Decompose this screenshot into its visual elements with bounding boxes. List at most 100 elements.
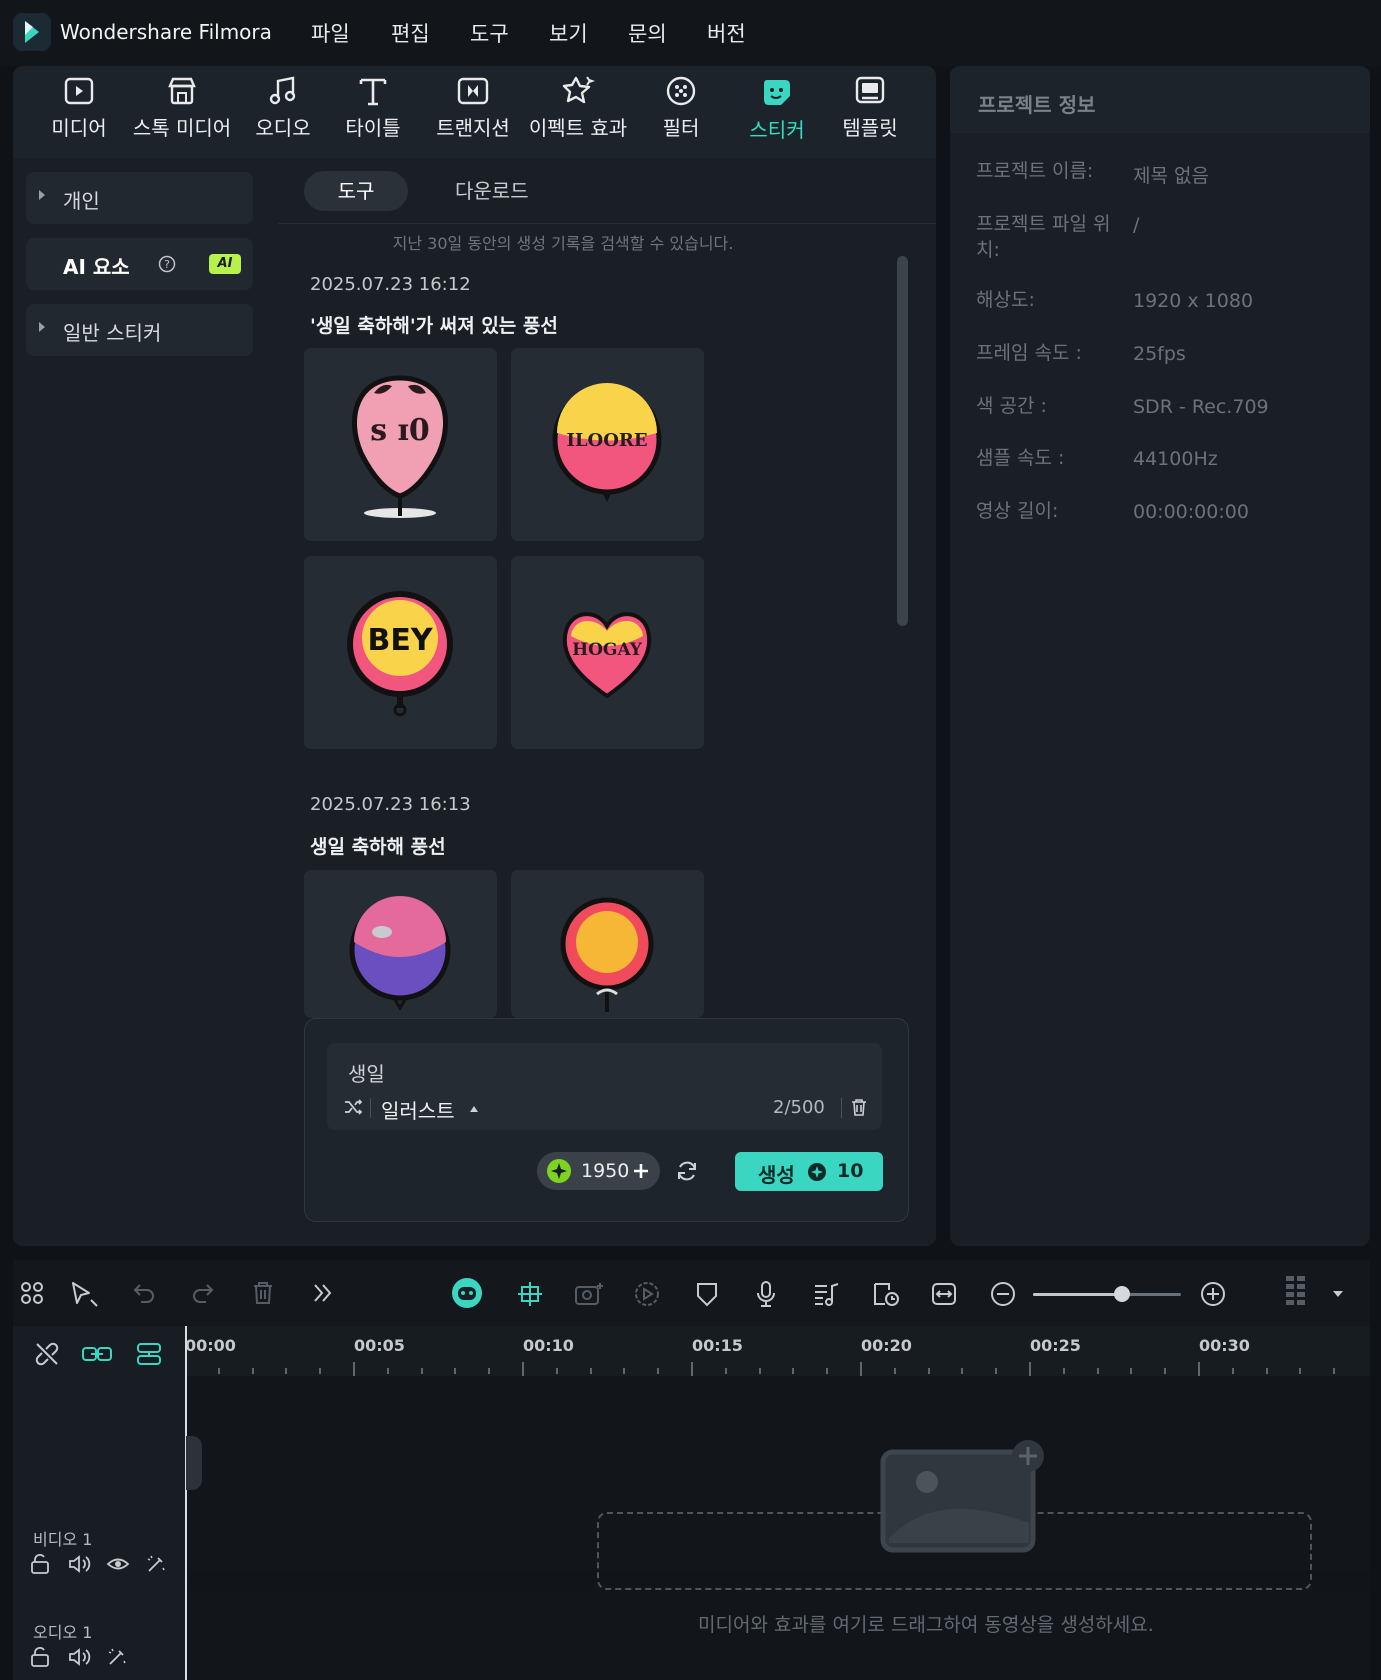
sidebar-item-ai-elements[interactable]: AI 요소 ? AI — [26, 238, 253, 290]
history-prompt: '생일 축하해'가 써져 있는 풍선 — [310, 315, 558, 337]
track-manage-icon[interactable] — [135, 1340, 163, 1368]
stock-media-icon — [168, 77, 196, 105]
transition-icon — [457, 77, 489, 105]
tool-effects[interactable]: 이펙트 효과 — [513, 74, 643, 141]
tool-media[interactable]: 미디어 — [35, 74, 123, 141]
ai-badge: AI — [209, 254, 241, 274]
tool-transitions[interactable]: 트랜지션 — [418, 74, 528, 141]
info-value: 00:00:00:00 — [1133, 501, 1249, 523]
info-value: / — [1133, 214, 1140, 236]
fit-width-icon[interactable] — [930, 1280, 958, 1308]
menu-version[interactable]: 버전 — [707, 18, 746, 48]
menu-file[interactable]: 파일 — [311, 18, 350, 48]
expand-caret-icon — [39, 322, 45, 332]
track-grid-icon[interactable] — [1283, 1274, 1309, 1314]
sidebar-item-personal[interactable]: 개인 — [26, 172, 253, 224]
more-double-chevron-icon[interactable] — [311, 1280, 335, 1306]
refresh-icon[interactable] — [675, 1159, 699, 1183]
redo-icon[interactable] — [190, 1280, 216, 1306]
trash-icon[interactable] — [850, 1097, 868, 1117]
menu-tools[interactable]: 도구 — [470, 18, 509, 48]
zoom-slider[interactable] — [1033, 1286, 1181, 1302]
caret-up-icon[interactable] — [470, 1106, 478, 1112]
zoom-fill — [1033, 1293, 1122, 1296]
tool-templates[interactable]: 템플릿 — [825, 74, 915, 141]
prompt-input[interactable]: 생일 일러스트 2/500 — [327, 1043, 882, 1130]
sticker-icon — [764, 80, 790, 105]
shuffle-icon[interactable] — [343, 1097, 363, 1117]
lock-icon[interactable] — [29, 1646, 51, 1668]
credit-balance[interactable]: 1950 — [537, 1152, 660, 1190]
tab-download[interactable]: 다운로드 — [455, 171, 529, 211]
info-key: 프레임 속도 : — [976, 342, 1082, 364]
menu-help[interactable]: 문의 — [628, 18, 667, 48]
tool-stickers[interactable]: 스티커 — [732, 74, 822, 143]
svg-text:HOGAY: HOGAY — [572, 640, 643, 660]
sidebar-item-general-stickers[interactable]: 일반 스티커 — [26, 304, 253, 356]
timeline-ruler[interactable]: 00:00 00:05 00:10 00:15 00:20 00:25 00:3… — [185, 1326, 1370, 1376]
playhead[interactable] — [185, 1326, 187, 1680]
divider — [841, 1098, 842, 1118]
ai-robot-icon[interactable] — [450, 1276, 484, 1310]
tool-stock-media[interactable]: 스톡 미디어 — [117, 74, 247, 141]
shield-marker-icon[interactable] — [695, 1280, 719, 1308]
tab-tool[interactable]: 도구 — [304, 171, 408, 211]
purple-balloon-sticker[interactable] — [304, 870, 497, 1018]
play-circle-icon[interactable] — [633, 1280, 661, 1308]
template-icon — [855, 76, 885, 104]
playhead-handle[interactable] — [186, 1436, 202, 1490]
generate-button[interactable]: 생성 10 — [735, 1152, 883, 1191]
project-info-panel: 프로젝트 정보 프로젝트 이름: 제목 없음 프로젝트 파일 위치: / 해상도… — [950, 66, 1370, 1246]
camera-plus-icon[interactable] — [573, 1280, 605, 1308]
track-name-audio: 오디오 1 — [33, 1623, 93, 1642]
delete-icon[interactable] — [251, 1280, 275, 1306]
style-selector[interactable]: 일러스트 — [381, 1095, 455, 1124]
music-list-icon[interactable] — [812, 1280, 840, 1308]
clip-timer-icon[interactable] — [871, 1280, 901, 1308]
tool-titles[interactable]: 타이틀 — [333, 74, 413, 141]
heart-balloon-sticker[interactable]: HOGAY — [511, 556, 704, 749]
plus-icon[interactable] — [632, 1162, 650, 1180]
orange-balloon-sticker[interactable] — [511, 870, 704, 1018]
zoom-knob[interactable] — [1113, 1286, 1130, 1302]
tool-audio[interactable]: 오디오 — [243, 74, 323, 141]
auto-reframe-icon[interactable] — [515, 1280, 545, 1308]
filter-icon — [666, 76, 696, 106]
select-pointer-icon[interactable] — [69, 1280, 99, 1308]
app-title: Wondershare Filmora — [60, 20, 272, 44]
pink-balloon-sticker[interactable]: ꜱ ɪ0 — [304, 348, 497, 541]
timeline: 비디오 1 오디오 1 00:00 00:05 00:10 00:15 00:2… — [13, 1260, 1370, 1680]
yellow-pink-balloon-sticker[interactable]: ILOORE — [511, 348, 704, 541]
ruler-label: 00:10 — [523, 1336, 574, 1355]
magic-wand-icon[interactable] — [106, 1646, 128, 1668]
eye-icon[interactable] — [106, 1553, 130, 1575]
microphone-icon[interactable] — [754, 1280, 778, 1308]
dropdown-caret-icon[interactable] — [1332, 1290, 1344, 1298]
link-clips-icon[interactable] — [81, 1340, 113, 1368]
bey-balloon-sticker[interactable]: BEY — [304, 556, 497, 749]
lock-icon[interactable] — [29, 1553, 51, 1575]
add-media-image-icon[interactable] — [879, 1438, 1055, 1554]
layout-grid-icon[interactable] — [19, 1280, 45, 1306]
ruler-label: 00:20 — [861, 1336, 912, 1355]
volume-icon[interactable] — [67, 1646, 91, 1668]
history-date: 2025.07.23 16:13 — [310, 794, 471, 815]
track-header: 비디오 1 오디오 1 — [13, 1326, 185, 1680]
tool-filters[interactable]: 필터 — [641, 74, 721, 141]
sticker-sidebar: 개인 AI 요소 ? AI 일반 스티커 — [13, 158, 277, 1246]
volume-icon[interactable] — [67, 1553, 91, 1575]
help-circle-icon[interactable]: ? — [158, 255, 176, 273]
media-panel: 미디어 스톡 미디어 오디오 타이틀 트랜지션 이펙트 효과 필터 스티커 템플… — [13, 66, 936, 1246]
menu-edit[interactable]: 편집 — [391, 18, 430, 48]
prompt-text[interactable]: 생일 — [348, 1058, 385, 1087]
menu-view[interactable]: 보기 — [549, 18, 588, 48]
project-info-header: 프로젝트 정보 — [950, 66, 1370, 133]
undo-icon[interactable] — [131, 1280, 157, 1306]
info-key: 색 공간 : — [976, 395, 1047, 417]
unlink-icon[interactable] — [33, 1340, 61, 1368]
scrollbar[interactable] — [897, 256, 908, 626]
zoom-out-icon[interactable] — [989, 1280, 1017, 1308]
zoom-in-icon[interactable] — [1199, 1280, 1227, 1308]
magic-wand-icon[interactable] — [145, 1553, 167, 1575]
history-date: 2025.07.23 16:12 — [310, 274, 471, 295]
